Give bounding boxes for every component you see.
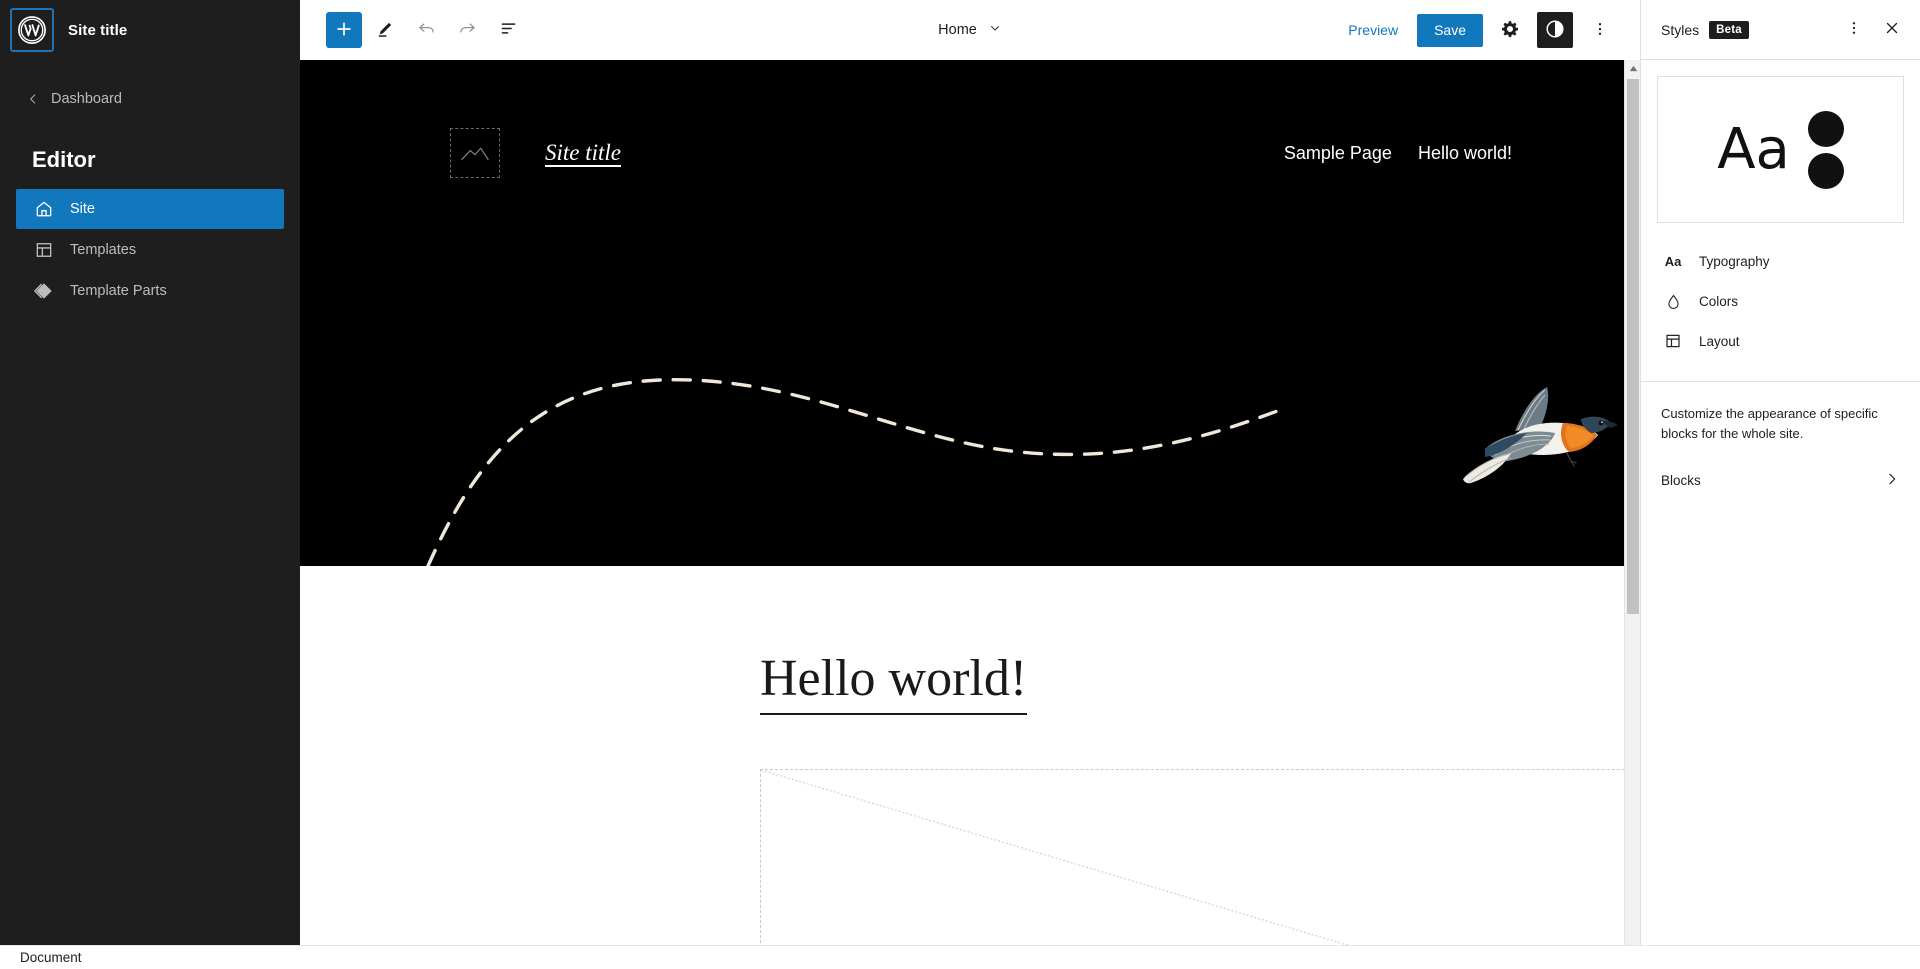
site-header-block[interactable]: Site title Sample Page Hello world!: [300, 60, 1624, 566]
chevron-down-icon: [988, 21, 1002, 39]
layout-grid-icon: [32, 238, 56, 262]
redo-button[interactable]: [449, 12, 485, 48]
nav-link-sample-page[interactable]: Sample Page: [1284, 143, 1392, 164]
flying-bird-illustration: [1463, 387, 1618, 484]
styles-panel: Styles Beta Aa Aa Typography Colors Layo…: [1640, 0, 1920, 957]
sidebar-item-site[interactable]: Site: [16, 189, 284, 229]
styles-menu-typography[interactable]: Aa Typography: [1649, 241, 1912, 281]
sidebar-item-label: Site: [70, 201, 95, 217]
typography-aa-icon: Aa: [1664, 253, 1682, 269]
sidebar-section-title: Editor: [32, 147, 96, 172]
sidebar-item-label: Templates: [70, 242, 137, 258]
status-bar: Document: [0, 945, 1920, 969]
sidebar-item-templates[interactable]: Templates: [16, 230, 284, 270]
list-view-button[interactable]: [490, 12, 526, 48]
styles-panel-body: Aa: [1641, 60, 1920, 223]
styles-blocks-row[interactable]: Blocks: [1641, 458, 1920, 502]
redo-arrow-icon: [457, 18, 478, 42]
editor-toolbar: Home Preview Save: [300, 0, 1640, 60]
editor-center: Home Preview Save Site title Sample Page…: [300, 0, 1640, 957]
editor-main-row: Site title Dashboard Editor Site Templat…: [0, 0, 1920, 957]
styles-more-button[interactable]: [1836, 12, 1872, 48]
color-droplet-icon: [1661, 289, 1685, 313]
symbol-diamond-icon: [32, 279, 56, 303]
sidebar-nav: Site Templates Template Parts: [0, 189, 300, 311]
blocks-description: Customize the appearance of specific blo…: [1661, 406, 1878, 442]
home-icon: [32, 197, 56, 221]
site-logo-placeholder[interactable]: [450, 128, 500, 178]
add-block-button[interactable]: [326, 12, 362, 48]
three-dots-vertical-icon: [1845, 19, 1863, 40]
site-editor-app: Site title Dashboard Editor Site Templat…: [0, 0, 1920, 969]
sidebar-back-to-dashboard[interactable]: Dashboard: [0, 81, 300, 117]
beta-badge: Beta: [1709, 20, 1749, 39]
sidebar-item-template-parts[interactable]: Template Parts: [16, 271, 284, 311]
edit-tool-button[interactable]: [367, 12, 403, 48]
post-title[interactable]: Hello world!: [760, 646, 1028, 715]
layout-icon: [1661, 329, 1685, 353]
contrast-half-circle-icon: [1544, 18, 1566, 43]
pencil-icon: [375, 19, 395, 42]
settings-button[interactable]: [1492, 12, 1528, 48]
preview-button[interactable]: Preview: [1338, 16, 1408, 44]
undo-arrow-icon: [416, 18, 437, 42]
styles-menu: Aa Typography Colors Layout: [1641, 223, 1920, 361]
styles-panel-title: Styles: [1661, 21, 1700, 38]
save-button[interactable]: Save: [1417, 13, 1483, 47]
scroll-up-arrow-icon[interactable]: [1625, 60, 1640, 77]
post-content-area: Hello world!: [300, 566, 1624, 957]
styles-menu-layout[interactable]: Layout: [1649, 321, 1912, 361]
header-row: Site title Sample Page Hello world!: [300, 60, 1624, 178]
styles-menu-label: Layout: [1699, 333, 1740, 349]
image-placeholder-icon: [460, 139, 490, 168]
styles-panel-actions: [1836, 12, 1910, 48]
document-selector[interactable]: Home: [928, 15, 1012, 45]
three-dots-vertical-icon: [1591, 20, 1609, 41]
list-view-icon: [498, 18, 519, 42]
chevron-left-icon: [26, 92, 40, 106]
undo-button[interactable]: [408, 12, 444, 48]
styles-button[interactable]: [1537, 12, 1573, 48]
styles-menu-colors[interactable]: Colors: [1649, 281, 1912, 321]
sidebar-header: Site title: [0, 0, 300, 60]
styles-blocks-label: Blocks: [1661, 472, 1701, 488]
status-bar-label: Document: [20, 950, 82, 965]
nav-link-hello-world[interactable]: Hello world!: [1418, 143, 1512, 164]
toolbar-left-group: [300, 12, 526, 48]
more-options-button[interactable]: [1582, 12, 1618, 48]
color-dots-icon: [1807, 110, 1844, 189]
left-sidebar: Site title Dashboard Editor Site Templat…: [0, 0, 300, 957]
close-x-icon: [1883, 19, 1901, 40]
style-preview-sample-text: Aa: [1717, 116, 1790, 182]
wordpress-logo-icon[interactable]: [10, 8, 54, 52]
sidebar-back-label: Dashboard: [51, 91, 122, 107]
chevron-right-icon: [1884, 471, 1900, 490]
styles-close-button[interactable]: [1874, 12, 1910, 48]
empty-image-block[interactable]: [760, 769, 1624, 957]
canvas-site-title[interactable]: Site title: [545, 140, 621, 166]
styles-menu-label: Typography: [1699, 253, 1770, 269]
gear-icon: [1500, 19, 1520, 42]
toolbar-right-group: Preview Save: [1338, 12, 1640, 48]
canvas-wrapper: Site title Sample Page Hello world! Hell…: [300, 60, 1640, 957]
scrollbar-thumb[interactable]: [1627, 79, 1639, 614]
styles-menu-label: Colors: [1699, 293, 1739, 309]
plus-icon: [334, 19, 354, 42]
styles-panel-header: Styles Beta: [1641, 0, 1920, 60]
site-canvas[interactable]: Site title Sample Page Hello world! Hell…: [300, 60, 1624, 957]
canvas-vertical-scrollbar[interactable]: [1624, 60, 1640, 957]
sidebar-site-title: Site title: [68, 21, 128, 39]
site-navigation[interactable]: Sample Page Hello world!: [1284, 143, 1512, 164]
style-variation-preview[interactable]: Aa: [1657, 76, 1904, 223]
document-name: Home: [938, 22, 977, 38]
sidebar-item-label: Template Parts: [70, 283, 167, 299]
